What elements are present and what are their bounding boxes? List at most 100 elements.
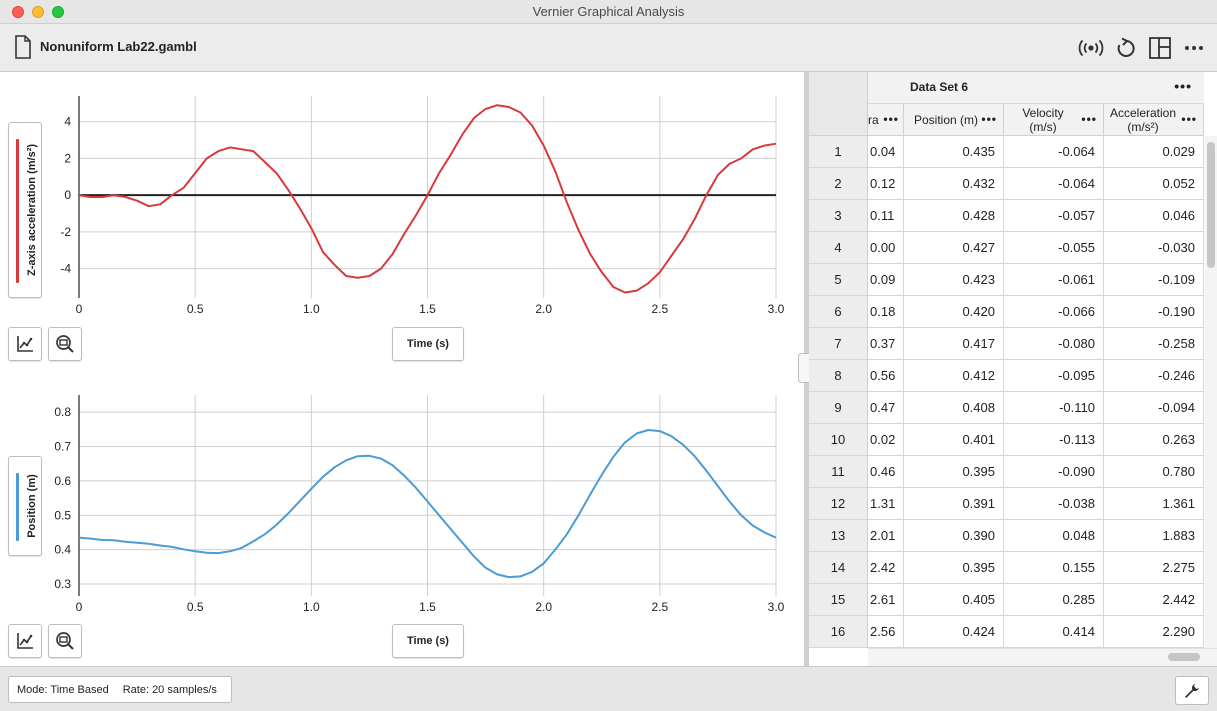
cell-col0[interactable]: 0.00: [868, 232, 904, 263]
row-index[interactable]: 16: [809, 616, 868, 647]
column-more-icon[interactable]: •••: [883, 112, 899, 126]
column-more-icon[interactable]: •••: [1081, 112, 1097, 126]
cell-position[interactable]: 0.432: [904, 168, 1004, 199]
column-header[interactable]: Velocity (m/s) •••: [1004, 104, 1104, 136]
row-index[interactable]: 8: [809, 360, 868, 391]
cell-acceleration[interactable]: 2.290: [1104, 616, 1204, 647]
row-index[interactable]: 13: [809, 520, 868, 551]
cell-position[interactable]: 0.428: [904, 200, 1004, 231]
cell-position[interactable]: 0.390: [904, 520, 1004, 551]
cell-acceleration[interactable]: 0.780: [1104, 456, 1204, 487]
dataset-more-icon[interactable]: •••: [1174, 78, 1192, 94]
table-row[interactable]: 5 0.09 0.423 -0.061 -0.109: [809, 264, 1204, 296]
x-axis-label-button[interactable]: Time (s): [392, 624, 464, 658]
row-index[interactable]: 9: [809, 392, 868, 423]
table-row[interactable]: 8 0.56 0.412 -0.095 -0.246: [809, 360, 1204, 392]
cell-position[interactable]: 0.395: [904, 456, 1004, 487]
graph-tools-button[interactable]: [8, 624, 42, 658]
cell-velocity[interactable]: -0.055: [1004, 232, 1104, 263]
position-graph[interactable]: 0 0.5 1.0 1.5 2.0 2.5 3.0 0.8 0.7 0.6 0.5 0.4 0.3: [0, 380, 804, 630]
row-index[interactable]: 12: [809, 488, 868, 519]
cell-col0[interactable]: 0.12: [868, 168, 904, 199]
cell-acceleration[interactable]: 0.046: [1104, 200, 1204, 231]
cell-acceleration[interactable]: 1.361: [1104, 488, 1204, 519]
cell-position[interactable]: 0.424: [904, 616, 1004, 647]
cell-acceleration[interactable]: -0.190: [1104, 296, 1204, 327]
table-row[interactable]: 15 2.61 0.405 0.285 2.442: [809, 584, 1204, 616]
table-row[interactable]: 4 0.00 0.427 -0.055 -0.030: [809, 232, 1204, 264]
reset-icon[interactable]: [1113, 35, 1139, 61]
file-name[interactable]: Nonuniform Lab22.gambl: [40, 39, 197, 54]
cell-col0[interactable]: 2.01: [868, 520, 904, 551]
cell-acceleration[interactable]: 1.883: [1104, 520, 1204, 551]
column-more-icon[interactable]: •••: [981, 112, 997, 126]
vertical-scrollbar[interactable]: [1205, 136, 1217, 648]
cell-col0[interactable]: 2.42: [868, 552, 904, 583]
cell-position[interactable]: 0.423: [904, 264, 1004, 295]
cell-velocity[interactable]: -0.113: [1004, 424, 1104, 455]
layout-icon[interactable]: [1147, 35, 1173, 61]
horizontal-scrollbar[interactable]: [868, 648, 1217, 666]
more-icon[interactable]: [1181, 35, 1207, 61]
cell-velocity[interactable]: 0.414: [1004, 616, 1104, 647]
cell-col0[interactable]: 0.04: [868, 136, 904, 167]
row-index[interactable]: 14: [809, 552, 868, 583]
scroll-thumb[interactable]: [1207, 142, 1215, 268]
row-index[interactable]: 4: [809, 232, 868, 263]
graph-tools-button[interactable]: [8, 327, 42, 361]
row-index[interactable]: 7: [809, 328, 868, 359]
zoom-button[interactable]: [48, 327, 82, 361]
cell-velocity[interactable]: -0.064: [1004, 168, 1104, 199]
row-index[interactable]: 2: [809, 168, 868, 199]
cell-col0[interactable]: 1.31: [868, 488, 904, 519]
cell-col0[interactable]: 0.47: [868, 392, 904, 423]
settings-button[interactable]: [1175, 676, 1209, 705]
cell-acceleration[interactable]: 0.263: [1104, 424, 1204, 455]
cell-position[interactable]: 0.420: [904, 296, 1004, 327]
row-index[interactable]: 1: [809, 136, 868, 167]
cell-acceleration[interactable]: 2.275: [1104, 552, 1204, 583]
table-row[interactable]: 6 0.18 0.420 -0.066 -0.190: [809, 296, 1204, 328]
table-row[interactable]: 13 2.01 0.390 0.048 1.883: [809, 520, 1204, 552]
column-header[interactable]: ra •••: [868, 104, 904, 136]
acceleration-graph[interactable]: 0 0.5 1.0 1.5 2.0 2.5 3.0 4 2 0 -2 -4: [0, 72, 804, 332]
x-axis-label-button[interactable]: Time (s): [392, 327, 464, 361]
table-row[interactable]: 1 0.04 0.435 -0.064 0.029: [809, 136, 1204, 168]
cell-position[interactable]: 0.408: [904, 392, 1004, 423]
cell-col0[interactable]: 2.61: [868, 584, 904, 615]
cell-velocity[interactable]: 0.155: [1004, 552, 1104, 583]
cell-position[interactable]: 0.435: [904, 136, 1004, 167]
row-index[interactable]: 3: [809, 200, 868, 231]
table-row[interactable]: 11 0.46 0.395 -0.090 0.780: [809, 456, 1204, 488]
cell-col0[interactable]: 0.09: [868, 264, 904, 295]
cell-position[interactable]: 0.391: [904, 488, 1004, 519]
scroll-thumb[interactable]: [1168, 653, 1200, 661]
cell-position[interactable]: 0.405: [904, 584, 1004, 615]
row-index[interactable]: 15: [809, 584, 868, 615]
row-index[interactable]: 6: [809, 296, 868, 327]
cell-acceleration[interactable]: -0.030: [1104, 232, 1204, 263]
table-row[interactable]: 9 0.47 0.408 -0.110 -0.094: [809, 392, 1204, 424]
cell-velocity[interactable]: 0.048: [1004, 520, 1104, 551]
table-row[interactable]: 14 2.42 0.395 0.155 2.275: [809, 552, 1204, 584]
table-row[interactable]: 16 2.56 0.424 0.414 2.290: [809, 616, 1204, 648]
cell-col0[interactable]: 0.46: [868, 456, 904, 487]
cell-velocity[interactable]: -0.080: [1004, 328, 1104, 359]
cell-col0[interactable]: 0.18: [868, 296, 904, 327]
dataset-name[interactable]: Data Set 6: [910, 80, 968, 94]
cell-position[interactable]: 0.412: [904, 360, 1004, 391]
cell-position[interactable]: 0.417: [904, 328, 1004, 359]
zoom-button[interactable]: [48, 624, 82, 658]
cell-position[interactable]: 0.401: [904, 424, 1004, 455]
table-row[interactable]: 3 0.11 0.428 -0.057 0.046: [809, 200, 1204, 232]
cell-acceleration[interactable]: -0.246: [1104, 360, 1204, 391]
cell-velocity[interactable]: -0.038: [1004, 488, 1104, 519]
table-row[interactable]: 10 0.02 0.401 -0.113 0.263: [809, 424, 1204, 456]
collection-mode-button[interactable]: Mode: Time Based Rate: 20 samples/s: [8, 676, 232, 703]
column-header[interactable]: Acceleration (m/s²) •••: [1104, 104, 1204, 136]
column-more-icon[interactable]: •••: [1181, 112, 1197, 126]
cell-velocity[interactable]: -0.090: [1004, 456, 1104, 487]
table-row[interactable]: 7 0.37 0.417 -0.080 -0.258: [809, 328, 1204, 360]
cell-col0[interactable]: 0.02: [868, 424, 904, 455]
cell-acceleration[interactable]: 2.442: [1104, 584, 1204, 615]
